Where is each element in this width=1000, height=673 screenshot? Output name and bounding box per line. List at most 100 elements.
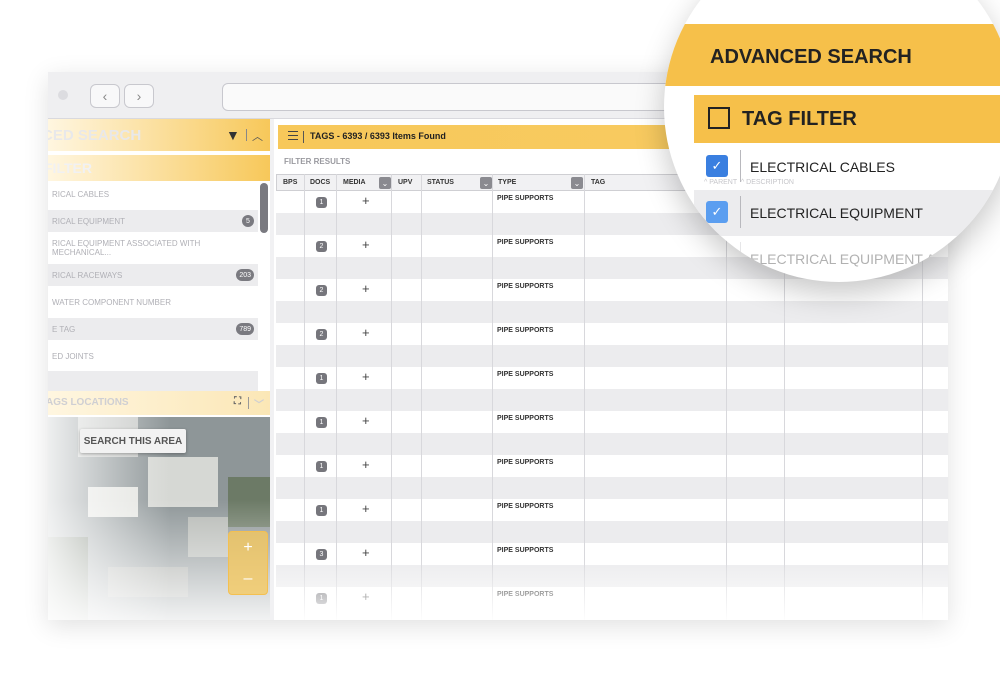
divider (740, 242, 741, 274)
count-badge: 789 (236, 323, 254, 335)
tag-filter-checkbox[interactable] (708, 107, 730, 129)
advanced-search-banner[interactable]: ADVANCED SEARCH (664, 24, 1000, 86)
col-tag[interactable]: TAG (591, 179, 605, 186)
zoom-out-button[interactable]: – (229, 563, 267, 594)
filter-option-label: ELECTRICAL EQUIPMENT (750, 205, 923, 221)
docs-count-badge[interactable]: 1 (316, 593, 327, 604)
tag-filter-header[interactable]: FILTER (48, 155, 270, 181)
sidebar-scrollbar[interactable] (260, 183, 268, 233)
add-media-button[interactable]: + (362, 193, 370, 208)
docs-count-badge[interactable]: 1 (316, 373, 327, 384)
table-row-spacer (276, 565, 948, 587)
sidebar-item-label: E TAG (52, 324, 76, 334)
col-bps[interactable]: BPS (283, 179, 297, 186)
back-button[interactable]: ‹ (90, 84, 120, 108)
table-row[interactable]: 1 + PIPE SUPPORTS (276, 499, 948, 521)
parent-column-label: PARENT (709, 179, 737, 186)
map-view[interactable]: SEARCH THIS AREA + – (48, 417, 270, 620)
docs-count-badge[interactable]: 3 (316, 549, 327, 560)
docs-count-badge[interactable]: 1 (316, 461, 327, 472)
expand-icon[interactable]: ⛶ (234, 396, 241, 407)
sidebar-item-label: RICAL EQUIPMENT ASSOCIATED WITH MECHANIC… (52, 239, 201, 257)
status-filter-icon[interactable]: ⌄ (480, 177, 492, 189)
filter-option-electrical-equipment-assoc[interactable]: ✓ ELECTRICAL EQUIPMENT AS (694, 236, 1000, 282)
chevron-up-icon[interactable]: ︿ (252, 128, 263, 144)
sidebar-item-label: RICAL CABLES (52, 189, 110, 199)
table-row[interactable]: 2 + PIPE SUPPORTS (276, 279, 948, 301)
table-row[interactable]: 3 + PIPE SUPPORTS (276, 543, 948, 565)
sidebar-item-water-component[interactable]: WATER COMPONENT NUMBER (48, 291, 258, 313)
docs-count-badge[interactable]: 1 (316, 505, 327, 516)
table-row[interactable]: 1 + PIPE SUPPORTS (276, 411, 948, 433)
add-media-button[interactable]: + (362, 501, 370, 516)
zoom-in-button[interactable]: + (229, 532, 267, 563)
table-row[interactable]: 1 + PIPE SUPPORTS (276, 367, 948, 389)
sort-up-icon[interactable]: ^ (741, 179, 744, 186)
tag-filter-banner[interactable]: TAG FILTER (694, 95, 1000, 143)
sidebar-item-joints[interactable]: ED JOINTS (48, 345, 258, 367)
table-row-spacer (276, 433, 948, 455)
sidebar-item-electrical-equipment[interactable]: RICAL EQUIPMENT 5 (48, 210, 258, 232)
add-media-button[interactable]: + (362, 457, 370, 472)
col-upv[interactable]: UPV (398, 179, 412, 186)
divider (740, 150, 741, 182)
docs-count-badge[interactable]: 1 (316, 417, 327, 428)
sidebar-item-label: WATER COMPONENT NUMBER (52, 297, 171, 307)
menu-icon[interactable] (288, 131, 298, 143)
table-row-spacer (276, 521, 948, 543)
col-media[interactable]: MEDIA (343, 179, 366, 186)
docs-count-badge[interactable]: 1 (316, 197, 327, 208)
divider (740, 196, 741, 228)
docs-count-badge[interactable]: 2 (316, 241, 327, 252)
forward-button[interactable]: › (124, 84, 154, 108)
search-this-area-button[interactable]: SEARCH THIS AREA (80, 429, 186, 453)
advanced-search-header: CED SEARCH ▼ ︿ (48, 119, 270, 151)
add-media-button[interactable]: + (362, 545, 370, 560)
filter-option-label: ELECTRICAL CABLES (750, 159, 895, 175)
sidebar-item-tag[interactable]: E TAG 789 (48, 318, 258, 340)
col-docs[interactable]: DOCS (310, 179, 330, 186)
sidebar-item-electrical-cables[interactable]: RICAL CABLES (48, 183, 258, 205)
sidebar-item-label: ED JOINTS (52, 351, 94, 361)
col-type[interactable]: TYPE (498, 179, 516, 186)
add-media-button[interactable]: + (362, 325, 370, 340)
sidebar-item-empty (48, 371, 258, 393)
checkbox-checked-icon[interactable]: ✓ (706, 201, 728, 223)
count-badge: 203 (236, 269, 254, 281)
map-title: AGS LOCATIONS (48, 397, 129, 408)
add-media-button[interactable]: + (362, 281, 370, 296)
filter-icon[interactable]: ▼ (226, 127, 240, 143)
magnifier-callout: ADVANCED SEARCH TAG FILTER ✓ ELECTRICAL … (664, 0, 1000, 282)
checkbox-checked-icon[interactable]: ✓ (706, 155, 728, 177)
add-media-button[interactable]: + (362, 369, 370, 384)
filter-results-label[interactable]: FILTER RESULTS (284, 157, 350, 166)
docs-count-badge[interactable]: 2 (316, 285, 327, 296)
sort-up-icon[interactable]: ^ (704, 179, 707, 186)
table-row[interactable]: 1 + PIPE SUPPORTS (276, 455, 948, 477)
type-cell: PIPE SUPPORTS (497, 195, 554, 202)
sidebar-item-electrical-equipment-mech[interactable]: RICAL EQUIPMENT ASSOCIATED WITH MECHANIC… (48, 237, 258, 259)
column-divider (336, 174, 337, 620)
table-row[interactable]: 1 + PIPE SUPPORTS (276, 587, 948, 609)
add-media-button[interactable]: + (362, 237, 370, 252)
add-media-button[interactable]: + (362, 413, 370, 428)
type-cell: PIPE SUPPORTS (497, 503, 554, 510)
count-badge: 5 (242, 215, 254, 227)
filter-option-electrical-equipment[interactable]: ✓ ELECTRICAL EQUIPMENT (694, 190, 1000, 236)
sidebar-item-electrical-raceways[interactable]: RICAL RACEWAYS 203 (48, 264, 258, 286)
checkbox-checked-icon[interactable]: ✓ (706, 247, 728, 269)
sidebar-item-label: RICAL RACEWAYS (52, 270, 123, 280)
type-cell: PIPE SUPPORTS (497, 327, 554, 334)
description-column-label: DESCRIPTION (746, 179, 794, 186)
add-media-button[interactable]: + (362, 589, 370, 604)
column-divider (304, 174, 305, 620)
chevron-down-icon[interactable]: ﹀ (254, 396, 264, 411)
docs-count-badge[interactable]: 2 (316, 329, 327, 340)
tag-locations-header[interactable]: AGS LOCATIONS ⛶ ﹀ (48, 391, 270, 415)
type-filter-icon[interactable]: ⌄ (571, 177, 583, 189)
table-row-spacer (276, 301, 948, 323)
column-subheader: ^ PARENT ^ DESCRIPTION (704, 179, 794, 186)
media-filter-icon[interactable]: ⌄ (379, 177, 391, 189)
col-status[interactable]: STATUS (427, 179, 454, 186)
table-row[interactable]: 2 + PIPE SUPPORTS (276, 323, 948, 345)
